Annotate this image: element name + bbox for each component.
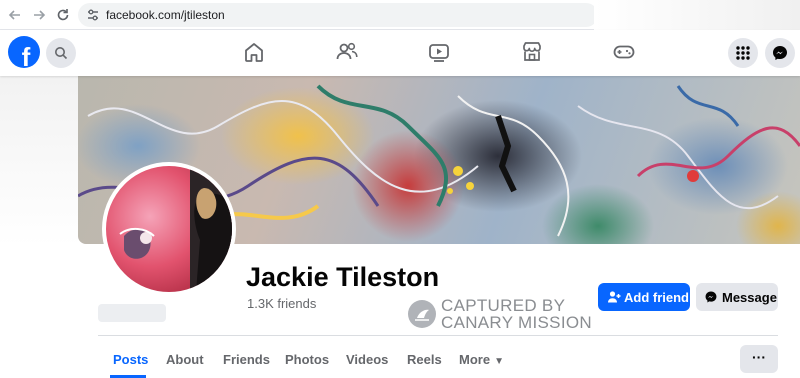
add-friend-button[interactable]: Add friend — [598, 283, 690, 311]
site-settings-icon[interactable] — [86, 8, 100, 22]
tab-photos-label: Photos — [285, 352, 330, 367]
message-label: Message — [722, 290, 777, 305]
search-button[interactable] — [46, 38, 76, 68]
home-icon[interactable] — [241, 39, 267, 65]
facebook-header: f — [0, 30, 800, 76]
browser-toolbar: facebook.com/jtileston — [0, 0, 800, 30]
forward-icon[interactable] — [30, 6, 48, 24]
profile-avatar[interactable] — [102, 162, 236, 296]
messenger-button[interactable] — [765, 38, 795, 68]
address-bar[interactable]: facebook.com/jtileston — [78, 3, 598, 27]
back-icon[interactable] — [6, 6, 24, 24]
blurred-placeholder — [98, 304, 166, 322]
gaming-icon[interactable] — [611, 39, 637, 65]
search-icon — [55, 47, 68, 60]
more-options-icon: ··· — [752, 349, 766, 365]
marketplace-icon[interactable] — [519, 39, 545, 65]
tab-friends-label: Friends — [223, 352, 270, 367]
tab-reels[interactable]: Reels — [407, 352, 442, 367]
tab-videos[interactable]: Videos — [346, 352, 388, 367]
avatar-image — [119, 166, 232, 292]
watermark-line2: CANARY MISSION — [441, 313, 592, 332]
profile-name: Jackie Tileston — [246, 262, 440, 292]
tab-reels-label: Reels — [407, 352, 442, 367]
message-button[interactable]: Message — [696, 283, 778, 311]
toolbar-fade — [594, 0, 800, 30]
tab-more-label: More — [459, 352, 491, 367]
caret-down-icon: ▼ — [494, 356, 504, 367]
tab-about-label: About — [166, 352, 204, 367]
menu-button[interactable] — [728, 38, 758, 68]
logo-letter: f — [21, 42, 31, 68]
tab-posts[interactable]: Posts — [113, 352, 148, 367]
friend-count[interactable]: 1.3K friends — [247, 296, 316, 311]
tab-about[interactable]: About — [166, 352, 204, 367]
section-divider — [98, 335, 778, 336]
tab-videos-label: Videos — [346, 352, 389, 367]
facebook-logo[interactable]: f — [8, 36, 40, 68]
canary-logo-icon — [408, 300, 436, 328]
cover-side-background — [0, 76, 78, 246]
messenger-icon — [773, 46, 787, 60]
add-friend-label: Add friend — [624, 290, 689, 305]
add-person-icon — [608, 291, 621, 303]
messenger-icon — [705, 291, 717, 303]
friends-icon[interactable] — [334, 39, 360, 65]
reload-icon[interactable] — [54, 6, 72, 24]
tab-more[interactable]: More ▼ — [459, 352, 504, 367]
url-text[interactable]: facebook.com/jtileston — [106, 8, 225, 22]
tab-friends[interactable]: Friends — [223, 352, 270, 367]
tab-posts-label: Posts — [113, 352, 149, 367]
tab-photos[interactable]: Photos — [285, 352, 329, 367]
more-options-button[interactable]: ··· — [740, 345, 778, 373]
watch-icon[interactable] — [426, 39, 452, 65]
menu-grid-icon — [736, 46, 750, 60]
